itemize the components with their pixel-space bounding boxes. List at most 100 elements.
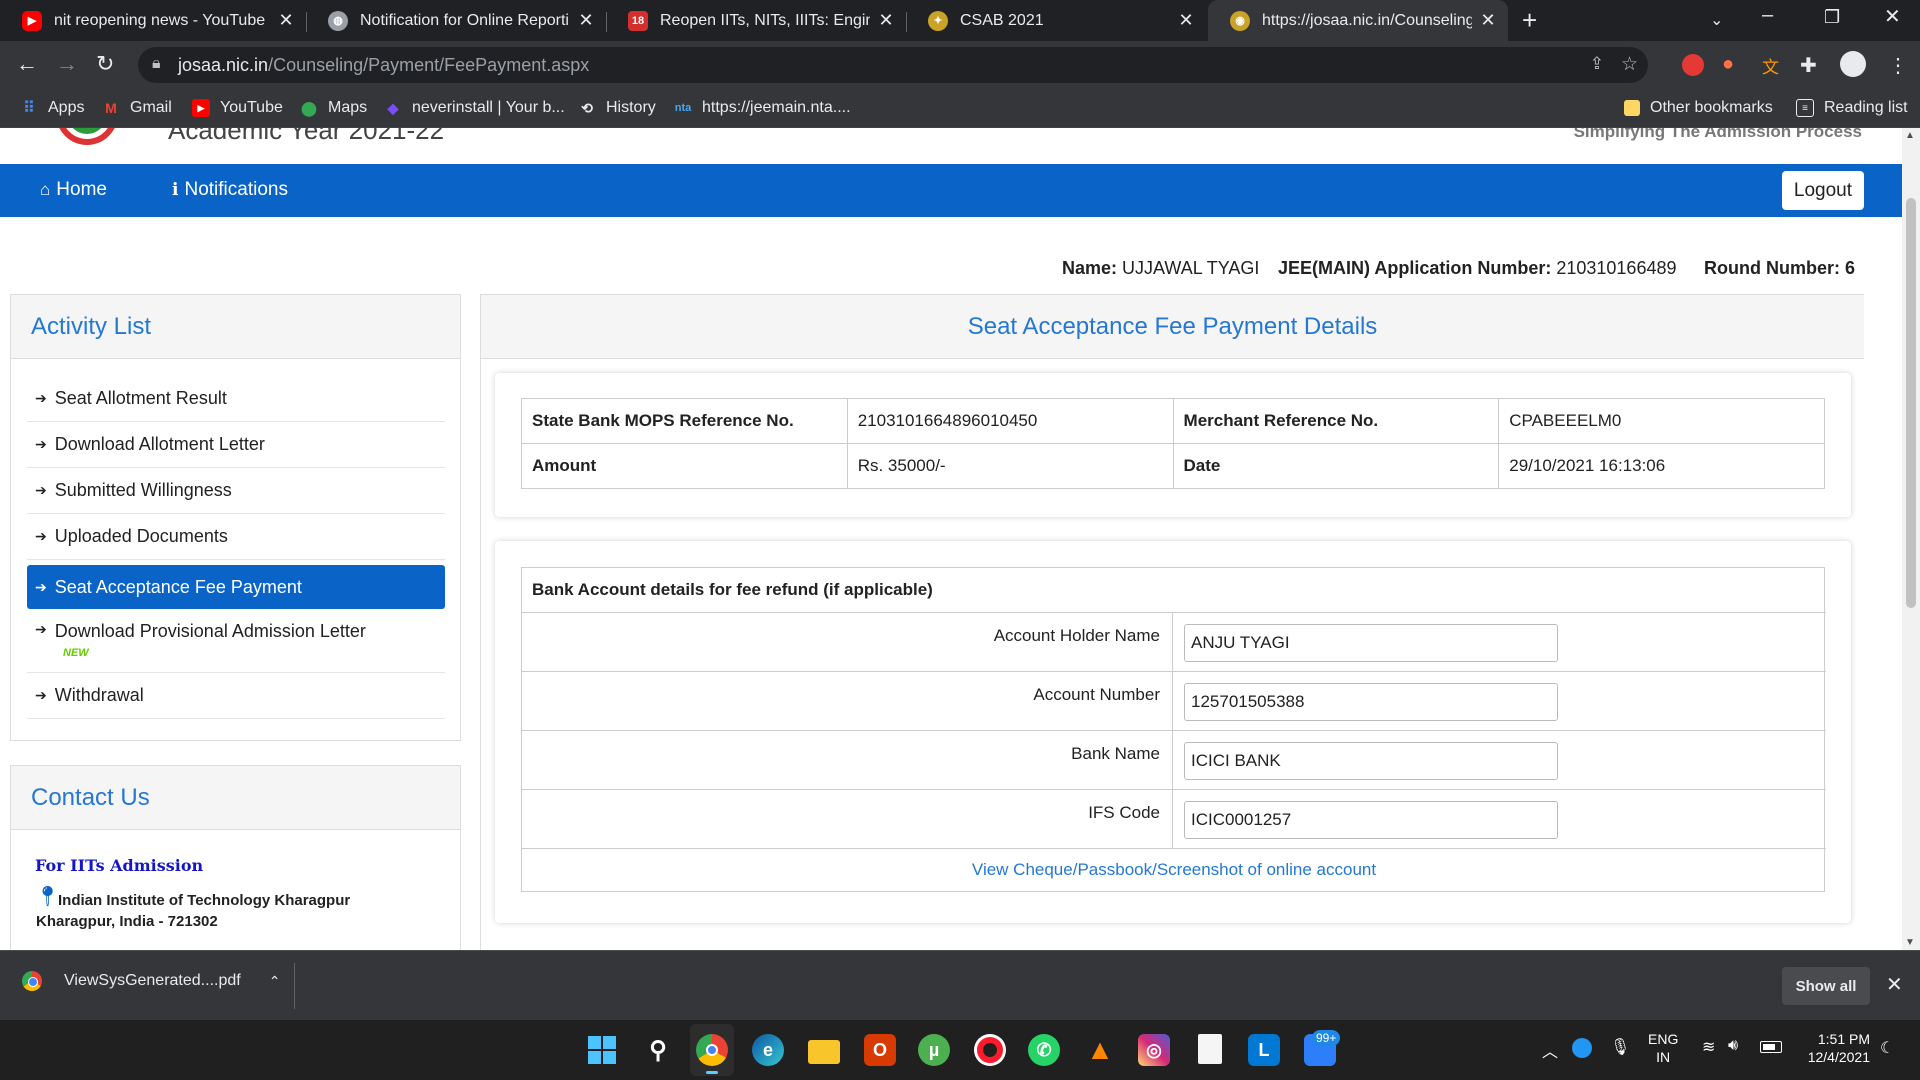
menu-kebab-icon[interactable]: ⋮: [1888, 53, 1908, 78]
extension-translate-icon[interactable]: 文: [1762, 53, 1779, 78]
extension-flame-icon[interactable]: ●: [1722, 53, 1734, 76]
battery-icon[interactable]: [1760, 1041, 1782, 1053]
bookmark-maps[interactable]: ⬤ Maps: [300, 99, 367, 117]
josaa-icon: ◉: [1230, 10, 1250, 31]
bookmark-label: neverinstall | Your b...: [412, 99, 565, 116]
close-icon[interactable]: ✕: [876, 10, 896, 31]
clock-app-icon[interactable]: [1572, 1038, 1592, 1058]
bookmark-neverinstall[interactable]: ◆ neverinstall | Your b...: [384, 99, 565, 117]
activity-download-provisional-admission-letter[interactable]: ➔ Download Provisional Admission Letter NE…: [27, 609, 445, 673]
account-number-field[interactable]: [1184, 683, 1558, 721]
instagram-icon[interactable]: ◎: [1138, 1034, 1170, 1066]
nav-home[interactable]: ⌂ Home: [40, 179, 107, 201]
tab-title: https://josaa.nic.in/Counseling/Pa: [1262, 11, 1472, 29]
account-holder-label: Account Holder Name: [993, 626, 1160, 645]
close-icon[interactable]: ✕: [1886, 972, 1903, 997]
new-tab-button[interactable]: +: [1522, 5, 1537, 36]
activity-download-allotment-letter[interactable]: ➔ Download Allotment Letter: [27, 422, 445, 468]
file-explorer-icon[interactable]: [808, 1040, 840, 1064]
bookmark-history[interactable]: ⟲ History: [578, 99, 656, 117]
volume-icon[interactable]: 🔊︎: [1728, 1037, 1738, 1055]
bookmark-youtube[interactable]: ▶ YouTube: [192, 99, 283, 117]
vlc-icon[interactable]: ▲: [1084, 1034, 1116, 1066]
activity-seat-acceptance-fee-payment[interactable]: ➔ Seat Acceptance Fee Payment: [27, 565, 445, 609]
close-icon[interactable]: ✕: [1478, 10, 1498, 31]
forward-icon[interactable]: →: [56, 51, 78, 77]
youtube-icon: ▶: [22, 10, 42, 31]
application-number: JEE(MAIN) Application Number: 2103101664…: [1278, 258, 1677, 279]
address-bar[interactable]: 🔒︎ josaa.nic.in/Counseling/Payment/FeePa…: [138, 47, 1648, 83]
chevron-up-icon[interactable]: ︿: [1542, 1038, 1558, 1062]
close-icon[interactable]: ✕: [276, 10, 296, 31]
bookmark-apps[interactable]: ⠿ Apps: [20, 99, 84, 117]
activity-uploaded-documents[interactable]: ➔ Uploaded Documents: [27, 514, 445, 560]
search-icon[interactable]: ⚲: [642, 1034, 674, 1066]
reload-icon[interactable]: ↻: [96, 51, 114, 77]
show-all-button[interactable]: Show all: [1782, 967, 1870, 1005]
logout-button[interactable]: Logout: [1781, 171, 1864, 210]
office-icon[interactable]: O: [864, 1034, 896, 1066]
notepad-icon[interactable]: [1198, 1034, 1222, 1064]
start-icon[interactable]: [586, 1034, 618, 1066]
application-number-value: 210310166489: [1556, 258, 1677, 278]
tab-notification[interactable]: ◍ Notification for Online Reporting ✕: [306, 0, 606, 41]
merchant-ref-value: CPABEEELM0: [1498, 398, 1825, 444]
restore-icon[interactable]: ❐: [1824, 7, 1840, 28]
profile-avatar[interactable]: [1840, 51, 1866, 77]
bookmark-star-icon[interactable]: ☆: [1621, 53, 1638, 76]
reading-list-label: Reading list: [1824, 99, 1908, 116]
share-icon[interactable]: ⇪: [1590, 54, 1604, 74]
shelf-divider: [294, 963, 295, 1009]
close-icon[interactable]: ✕: [576, 10, 596, 31]
contact-address-line1: Indian Institute of Technology Kharagpur: [58, 892, 351, 909]
activity-label: Submitted Willingness: [54, 480, 232, 500]
notifications-icon[interactable]: ☾: [1880, 1038, 1894, 1058]
tab-news18[interactable]: 18 Reopen IITs, NITs, IIITs: Engineerin …: [606, 0, 906, 41]
language-indicator[interactable]: ENG IN: [1648, 1030, 1678, 1066]
bank-name-field[interactable]: [1184, 742, 1558, 780]
main-content-panel: Seat Acceptance Fee Payment Details Stat…: [480, 294, 1864, 950]
edge-icon[interactable]: e: [752, 1034, 784, 1066]
scroll-down-icon[interactable]: ▼: [1905, 937, 1915, 948]
chevron-up-icon[interactable]: ⌃: [269, 973, 281, 990]
tab-youtube[interactable]: ▶ nit reopening news - YouTube ✕: [0, 0, 306, 41]
tab-csab[interactable]: ✦ CSAB 2021 ✕: [906, 0, 1206, 41]
utorrent-icon[interactable]: µ: [918, 1034, 950, 1066]
clock[interactable]: 1:51 PM 12/4/2021: [1796, 1030, 1870, 1066]
browser-toolbar: ← → ↻ 🔒︎ josaa.nic.in/Counseling/Payment…: [0, 41, 1920, 90]
view-cheque-link[interactable]: View Cheque/Passbook/Screenshot of onlin…: [522, 860, 1826, 880]
window-close-icon[interactable]: ✕: [1884, 4, 1901, 29]
back-icon[interactable]: ←: [16, 51, 38, 77]
launcher-icon[interactable]: L: [1248, 1034, 1280, 1066]
reading-list[interactable]: ≡ Reading list: [1796, 99, 1908, 117]
other-bookmarks[interactable]: Other bookmarks: [1624, 99, 1773, 117]
bank-header-row: Bank Account details for fee refund (if …: [522, 568, 1826, 613]
activity-withdrawal[interactable]: ➔ Withdrawal: [27, 673, 445, 719]
extensions-puzzle-icon[interactable]: ✚: [1800, 53, 1817, 78]
table-row: State Bank MOPS Reference No. 2103101664…: [521, 398, 1825, 444]
nav-notifications[interactable]: i Notifications: [172, 179, 288, 201]
bank-name-label: Bank Name: [1071, 744, 1160, 763]
chrome-icon[interactable]: [696, 1034, 728, 1066]
bookmark-gmail[interactable]: M Gmail: [102, 99, 172, 117]
tab-josaa[interactable]: ◉ https://josaa.nic.in/Counseling/Pa ✕: [1208, 0, 1508, 41]
wifi-icon[interactable]: ≋: [1702, 1037, 1715, 1057]
scroll-up-icon[interactable]: ▲: [1905, 130, 1915, 141]
close-icon[interactable]: ✕: [1176, 10, 1196, 31]
opera-icon[interactable]: [974, 1034, 1006, 1066]
scrollbar-thumb[interactable]: [1906, 198, 1916, 608]
whatsapp-icon[interactable]: ✆: [1028, 1034, 1060, 1066]
activity-seat-allotment-result[interactable]: ➔ Seat Allotment Result: [27, 376, 445, 422]
bookmark-label: Gmail: [130, 99, 172, 116]
activity-submitted-willingness[interactable]: ➔ Submitted Willingness: [27, 468, 445, 514]
tab-search-icon[interactable]: ⌄: [1710, 10, 1723, 30]
ifs-code-field[interactable]: [1184, 801, 1558, 839]
page-scrollbar[interactable]: ▲ ▼: [1902, 128, 1920, 950]
account-holder-field[interactable]: [1184, 624, 1558, 662]
extension-adblock-icon[interactable]: [1682, 54, 1704, 76]
bookmark-jeemain[interactable]: nta https://jeemain.nta....: [674, 99, 851, 117]
browser-tab-strip: ▶ nit reopening news - YouTube ✕ ◍ Notif…: [0, 0, 1920, 41]
minimize-icon[interactable]: –: [1762, 4, 1773, 27]
download-item[interactable]: ViewSysGenerated....pdf ⌃: [22, 971, 280, 991]
microphone-icon[interactable]: 🎙︎: [1610, 1037, 1630, 1057]
